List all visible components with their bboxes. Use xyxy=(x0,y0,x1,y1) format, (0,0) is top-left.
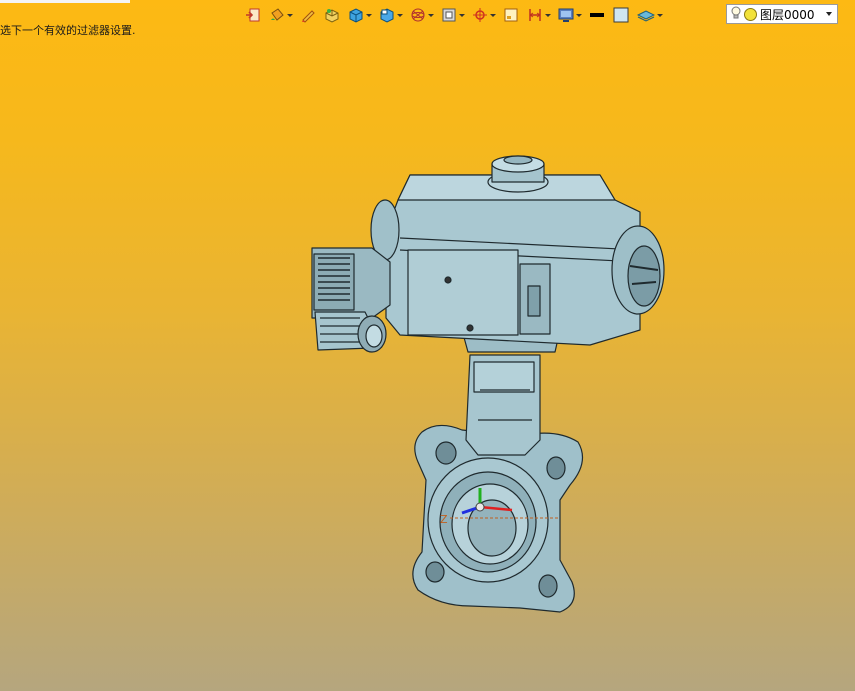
3d-viewport[interactable]: Z xyxy=(0,0,855,691)
butterfly-valve-model xyxy=(311,155,665,613)
axis-z-label: Z xyxy=(440,513,448,526)
